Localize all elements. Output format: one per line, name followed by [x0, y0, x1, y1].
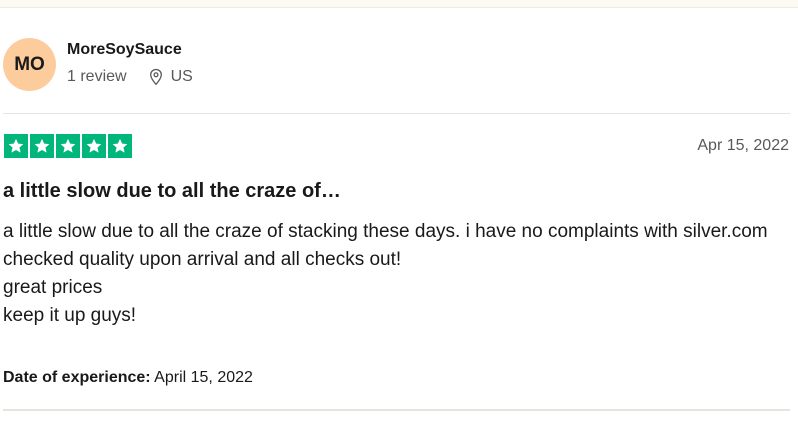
location-pin-icon — [147, 68, 165, 86]
date-of-experience: Date of experience: April 15, 2022 — [3, 369, 253, 387]
experience-date: April 15, 2022 — [154, 369, 253, 386]
header-divider — [3, 113, 790, 114]
review-body: a little slow due to all the craze of st… — [3, 218, 773, 330]
reviewer-name[interactable]: MoreSoySauce — [67, 41, 182, 59]
footer-divider — [3, 409, 790, 411]
review-body-line: keep it up guys! — [3, 305, 137, 326]
star-icon — [4, 134, 28, 158]
review-body-line: a little slow due to all the craze of st… — [3, 221, 768, 242]
reviewer-meta: 1 review US — [67, 68, 193, 86]
review-body-line: great prices — [3, 277, 103, 298]
review-title[interactable]: a little slow due to all the craze of… — [3, 180, 341, 203]
star-icon — [30, 134, 54, 158]
review-count: 1 review — [67, 68, 127, 85]
star-icon — [56, 134, 80, 158]
star-icon — [82, 134, 106, 158]
experience-label: Date of experience: — [3, 369, 151, 386]
star-rating — [4, 134, 132, 158]
top-strip — [0, 0, 798, 8]
avatar-initials: MO — [14, 53, 45, 75]
review-body-line: checked quality upon arrival and all che… — [3, 249, 402, 270]
review-card: MO MoreSoySauce 1 review US Apr 15, 2022… — [0, 8, 798, 427]
reviewer-country: US — [170, 68, 193, 85]
avatar[interactable]: MO — [3, 38, 56, 91]
review-date: Apr 15, 2022 — [697, 137, 789, 154]
star-icon — [108, 134, 132, 158]
